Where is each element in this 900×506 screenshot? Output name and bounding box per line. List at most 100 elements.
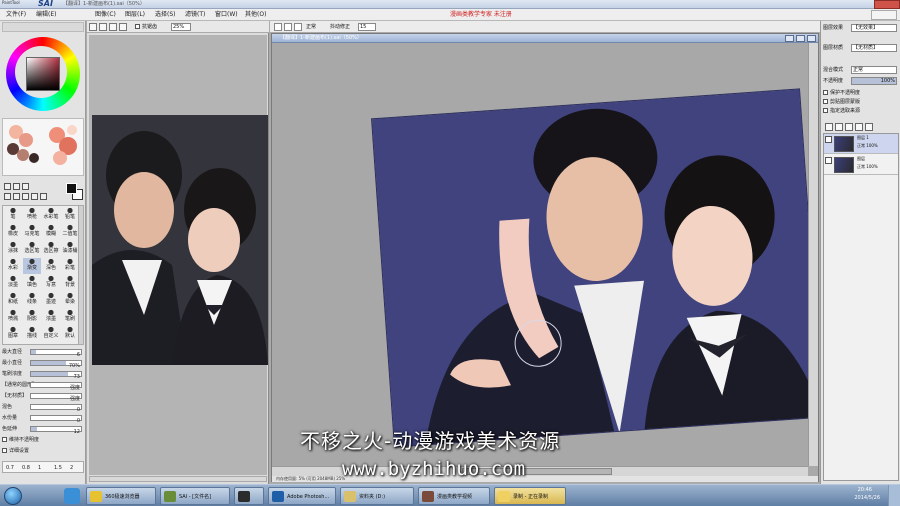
brush-tool-cell[interactable]: 铅笔: [61, 207, 79, 223]
fg-bg-color-swatch[interactable]: [66, 183, 84, 201]
new-linework-icon[interactable]: [835, 123, 843, 131]
select-rect-icon[interactable]: [4, 183, 11, 190]
menu-window-control[interactable]: [871, 10, 897, 20]
antialias-checkbox[interactable]: 抗锯齿: [135, 23, 157, 31]
hand-icon[interactable]: [31, 193, 38, 200]
taskbar-task-button[interactable]: SAI - [文件名]: [160, 487, 230, 505]
brush-size-option[interactable]: 1.5: [54, 463, 62, 473]
menu-other[interactable]: 其他(O): [245, 10, 266, 20]
brush-tool-cell[interactable]: 水彩笔: [42, 207, 60, 223]
check-box[interactable]: [823, 108, 828, 113]
brush-setting-slider[interactable]: 0: [30, 404, 82, 413]
navigator-view[interactable]: [89, 35, 268, 475]
brush-tool-cell[interactable]: 喷枪: [23, 207, 41, 223]
brush-setting-slider[interactable]: 强度: [30, 382, 82, 391]
swatch[interactable]: [17, 149, 29, 161]
saturation-value-square[interactable]: [26, 57, 60, 91]
brush-tool-cell[interactable]: 笔: [4, 207, 22, 223]
check-box[interactable]: [823, 99, 828, 104]
brush-grid-scrollbar[interactable]: [78, 205, 84, 345]
brush-tool-cell[interactable]: 油漆桶: [61, 241, 79, 257]
taskbar-task-button[interactable]: [234, 487, 264, 505]
clock-date[interactable]: 2014/5/26: [854, 495, 880, 502]
blend-label[interactable]: 正常: [306, 22, 316, 32]
brush-tool-cell[interactable]: 水彩: [4, 258, 22, 274]
brush-tool-cell[interactable]: 笔刷: [61, 309, 79, 325]
taskbar-task-button[interactable]: 资料夹 (D:): [340, 487, 414, 505]
brush-tool-cell[interactable]: 橡皮: [4, 224, 22, 240]
brush-size-option[interactable]: 0.8: [22, 463, 30, 473]
zoom-in-icon[interactable]: [89, 23, 97, 31]
layer-effect-select[interactable]: 【无效果】: [851, 24, 897, 32]
canvas-area[interactable]: [272, 43, 818, 466]
magic-wand-icon[interactable]: [22, 183, 29, 190]
brush-tool-cell[interactable]: 默认: [61, 326, 79, 342]
check-box[interactable]: [823, 90, 828, 95]
brush-tool-cell[interactable]: 喷溅: [4, 309, 22, 325]
eye-icon[interactable]: [825, 136, 832, 143]
layer-item[interactable]: 图层 1 正常 100%: [824, 134, 898, 154]
brush-tool-cell[interactable]: 选区擦: [42, 241, 60, 257]
menu-image[interactable]: 图像(C): [95, 10, 116, 20]
layer-texture-select[interactable]: 【无材质】: [851, 44, 897, 52]
brush-setting-slider[interactable]: 12: [30, 426, 82, 435]
menu-edit[interactable]: 编辑(E): [36, 10, 56, 20]
brush-tool-cell[interactable]: 马克笔: [23, 224, 41, 240]
brush-tool-cell[interactable]: 晕染: [61, 292, 79, 308]
brush-tool-cell[interactable]: 背景: [61, 275, 79, 291]
color-wheel-picker[interactable]: [4, 35, 82, 113]
brush-tool-cell[interactable]: 和纸: [4, 292, 22, 308]
ie-icon[interactable]: [64, 488, 80, 504]
brush-tool-cell[interactable]: 图章: [4, 326, 22, 342]
undo-icon[interactable]: [274, 23, 282, 31]
lasso-icon[interactable]: [13, 183, 20, 190]
brush-tool-cell[interactable]: 渐变: [23, 258, 41, 274]
brush-setting-slider[interactable]: 73: [30, 371, 82, 380]
brush-size-option[interactable]: 1: [38, 463, 41, 473]
brush-tool-cell[interactable]: 二值笔: [61, 224, 79, 240]
new-layer-icon[interactable]: [825, 123, 833, 131]
brush-size-option[interactable]: 2: [70, 463, 73, 473]
menu-select[interactable]: 选择(S): [155, 10, 176, 20]
clock-time[interactable]: 20:46: [858, 487, 872, 494]
selection-source-check[interactable]: 指定选取来源: [823, 106, 899, 116]
swatch-scratchpad[interactable]: [2, 118, 84, 176]
brush-tool-cell[interactable]: 彩笔: [61, 258, 79, 274]
setting-check-box[interactable]: [2, 448, 7, 453]
taskbar-task-button[interactable]: 漫画类教学视频: [418, 487, 490, 505]
copy-layer-icon[interactable]: [855, 123, 863, 131]
canvas-vertical-scrollbar[interactable]: [808, 43, 818, 466]
brush-tool-cell[interactable]: 淡墨: [4, 275, 22, 291]
brush-setting-slider[interactable]: 70%: [30, 360, 82, 369]
rotate-right-icon[interactable]: [119, 23, 127, 31]
delete-layer-icon[interactable]: [865, 123, 873, 131]
menu-window[interactable]: 窗口(W): [215, 10, 238, 20]
brush-setting-slider[interactable]: 0: [30, 415, 82, 424]
stabilizer-field[interactable]: 15: [358, 23, 376, 31]
color-mode-toolbar[interactable]: [2, 22, 84, 32]
navigator-scrollbar[interactable]: [89, 476, 267, 482]
doc-close-button[interactable]: [807, 35, 816, 42]
swatch[interactable]: [29, 153, 39, 163]
deselect-icon[interactable]: [294, 23, 302, 31]
new-folder-icon[interactable]: [845, 123, 853, 131]
rotate-icon[interactable]: [22, 193, 29, 200]
navigator-zoom-field[interactable]: 25%: [171, 23, 191, 31]
brush-setting-slider[interactable]: 强度: [30, 393, 82, 402]
brush-tool-cell[interactable]: 线条: [23, 292, 41, 308]
swatch[interactable]: [53, 151, 67, 165]
doc-maximize-button[interactable]: [796, 35, 805, 42]
brush-tool-cell[interactable]: 浓墨: [42, 309, 60, 325]
setting-check-box[interactable]: [2, 437, 7, 442]
foreground-color[interactable]: [66, 183, 77, 194]
brush-tool-cell[interactable]: 填色: [23, 275, 41, 291]
menu-layer[interactable]: 图层(L): [125, 10, 145, 20]
zoom-icon[interactable]: [13, 193, 20, 200]
zoom-out-icon[interactable]: [99, 23, 107, 31]
move-icon[interactable]: [4, 193, 11, 200]
layer-item[interactable]: 图层 正常 100%: [824, 155, 898, 175]
brush-tool-cell[interactable]: 涂抹: [4, 241, 22, 257]
brush-tool-cell[interactable]: 深色: [42, 258, 60, 274]
eye-icon[interactable]: [825, 157, 832, 164]
antialias-check-box[interactable]: [135, 24, 140, 29]
